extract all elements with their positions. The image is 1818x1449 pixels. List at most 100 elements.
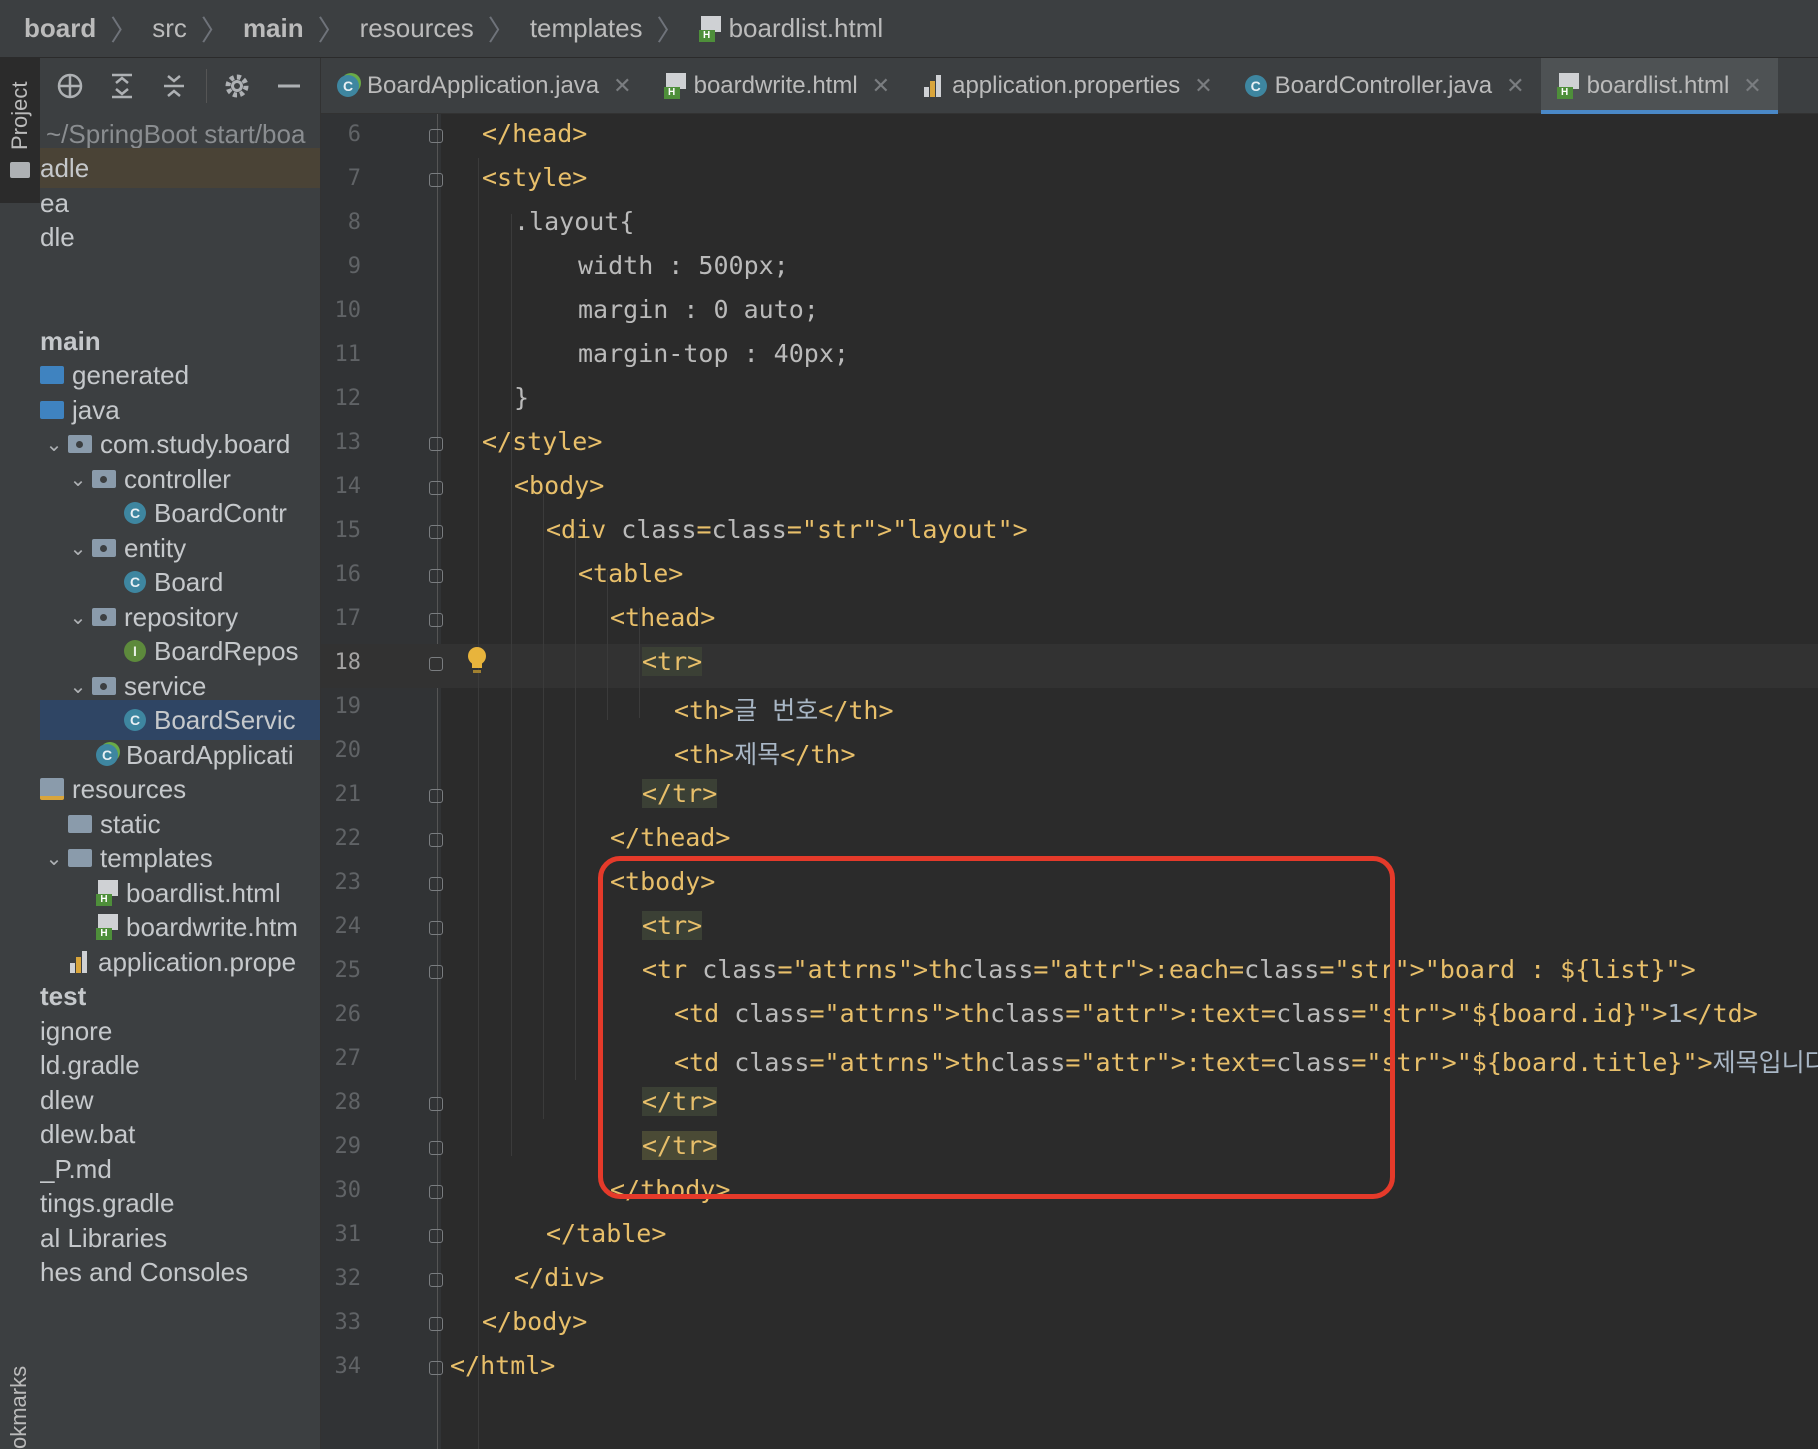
- bookmarks-tool-button[interactable]: okmarks: [6, 1366, 32, 1449]
- chevron-down-icon[interactable]: ⌄: [64, 536, 92, 561]
- highlight-box: [598, 856, 1395, 1199]
- tab-application-properties[interactable]: application.properties ✕: [906, 58, 1229, 113]
- tree-item-templates[interactable]: ⌄ templates: [40, 838, 320, 878]
- fold-marker[interactable]: [429, 921, 443, 935]
- line-number: 26: [334, 1002, 362, 1027]
- tree-item-label: ignore: [40, 1015, 113, 1046]
- fold-marker[interactable]: [429, 525, 443, 539]
- tree-item-resources[interactable]: resources: [40, 769, 320, 809]
- breadcrumb-item-resources[interactable]: resources: [360, 13, 474, 44]
- fold-marker[interactable]: [429, 1273, 443, 1287]
- code-line-14: <body>: [514, 471, 605, 500]
- collapse-all-icon[interactable]: [156, 68, 192, 104]
- fold-marker[interactable]: [429, 965, 443, 979]
- fold-marker[interactable]: [429, 1097, 443, 1111]
- locate-icon[interactable]: [52, 68, 88, 104]
- tree-item-settings-gradle[interactable]: tings.gradle: [40, 1183, 320, 1223]
- tree-item-boardcontroller[interactable]: C BoardContr: [40, 493, 320, 533]
- line-number: 24: [334, 914, 362, 939]
- lightbulb-icon[interactable]: [466, 646, 486, 673]
- tree-item-label: boardlist.html: [126, 877, 281, 908]
- line-number: 27: [334, 1046, 362, 1071]
- tab-boardapplication-java[interactable]: C BoardApplication.java ✕: [321, 58, 648, 113]
- breadcrumb-item-file[interactable]: H boardlist.html: [698, 13, 883, 44]
- breadcrumb-separator: 〉: [110, 14, 139, 46]
- tab-label: boardlist.html: [1586, 71, 1730, 99]
- tree-item-gradlew-bat[interactable]: dlew.bat: [40, 1114, 320, 1154]
- tree-item-boardservice[interactable]: C BoardServic: [40, 700, 320, 740]
- tab-boardcontroller-java[interactable]: C BoardController.java ✕: [1229, 58, 1541, 113]
- fold-marker[interactable]: [429, 1229, 443, 1243]
- project-panel: ~/SpringBoot start/boa adle ea dle main …: [40, 58, 321, 1449]
- breadcrumb-item-src[interactable]: src: [152, 13, 187, 44]
- fold-marker[interactable]: [429, 833, 443, 847]
- code-line-12: }: [514, 383, 530, 412]
- chevron-down-icon[interactable]: ⌄: [64, 605, 92, 630]
- breadcrumb: board 〉 src 〉 main 〉 resources 〉 templat…: [0, 0, 1818, 58]
- code-line-10: margin : 0 auto;: [578, 295, 819, 324]
- fold-marker[interactable]: [429, 877, 443, 891]
- close-icon[interactable]: ✕: [872, 73, 890, 99]
- close-icon[interactable]: ✕: [1194, 73, 1212, 99]
- fold-marker[interactable]: [429, 1185, 443, 1199]
- tree-item-label: BoardContr: [154, 497, 287, 528]
- close-icon[interactable]: ✕: [613, 73, 631, 99]
- line-number: 22: [334, 826, 362, 851]
- spring-class-icon: C: [96, 744, 118, 766]
- chevron-down-icon[interactable]: ⌄: [64, 674, 92, 699]
- fold-marker[interactable]: [429, 789, 443, 803]
- project-tool-button[interactable]: Project: [0, 58, 40, 203]
- tree-item-label: static: [100, 808, 161, 839]
- fold-marker[interactable]: [429, 1141, 443, 1155]
- fold-marker[interactable]: [429, 173, 443, 187]
- html-file-icon: H: [1556, 72, 1579, 99]
- breadcrumb-item-main[interactable]: main: [243, 13, 304, 44]
- fold-marker[interactable]: [429, 1361, 443, 1375]
- fold-marker[interactable]: [429, 437, 443, 451]
- class-icon: C: [124, 571, 146, 593]
- indent-guide: [607, 570, 608, 720]
- tree-item-build-gradle[interactable]: ld.gradle: [40, 1045, 320, 1085]
- line-number: 34: [334, 1354, 362, 1379]
- tree-item-generated[interactable]: generated: [40, 355, 320, 395]
- fold-marker[interactable]: [429, 481, 443, 495]
- tree-item-label: main: [40, 325, 101, 356]
- chevron-down-icon[interactable]: ⌄: [40, 846, 68, 871]
- fold-marker[interactable]: [429, 129, 443, 143]
- fold-marker[interactable]: [429, 569, 443, 583]
- chevron-down-icon[interactable]: ⌄: [64, 467, 92, 492]
- code-line-32: </div>: [514, 1263, 605, 1292]
- fold-marker[interactable]: [429, 613, 443, 627]
- line-number: 25: [334, 958, 362, 983]
- code-line-7: <style>: [482, 163, 588, 192]
- code-line-15: <div class=class="str">"layout">: [546, 515, 1028, 544]
- tree-item-test[interactable]: test: [40, 976, 320, 1016]
- package-icon: [92, 608, 116, 626]
- hide-panel-icon[interactable]: [271, 68, 307, 104]
- tree-item-com-study-board[interactable]: ⌄ com.study.board: [40, 424, 320, 464]
- indent-guide: [575, 532, 576, 1080]
- fold-marker[interactable]: [429, 1317, 443, 1331]
- chevron-down-icon[interactable]: ⌄: [40, 432, 68, 457]
- code-line-19: <th>글 번호</th>: [674, 696, 894, 725]
- tree-item-label: resources: [72, 773, 187, 804]
- close-icon[interactable]: ✕: [1743, 73, 1761, 99]
- gear-icon[interactable]: [219, 68, 255, 104]
- tree-item-board[interactable]: C Board: [40, 562, 320, 602]
- expand-all-icon[interactable]: [104, 68, 140, 104]
- tree-item-gradle-folder[interactable]: adle: [40, 148, 320, 188]
- fold-marker[interactable]: [429, 657, 443, 671]
- close-icon[interactable]: ✕: [1506, 73, 1524, 99]
- tree-item-boardrepository[interactable]: I BoardRepos: [40, 631, 320, 671]
- class-icon: C: [124, 709, 146, 731]
- code-editor[interactable]: 6 7 8 9 10 11 12 13 14 15 16 17 18 19 20…: [321, 114, 1818, 1449]
- tab-boardwrite-html[interactable]: H boardwrite.html ✕: [648, 58, 907, 113]
- tree-item-scratches[interactable]: hes and Consoles: [40, 1252, 320, 1292]
- tree-item-boardwrite-html[interactable]: H boardwrite.htm: [40, 907, 320, 947]
- code-line-11: margin-top : 40px;: [578, 339, 849, 368]
- tab-boardlist-html[interactable]: H boardlist.html ✕: [1540, 58, 1778, 114]
- breadcrumb-item-templates[interactable]: templates: [530, 13, 643, 44]
- current-line-highlight: [321, 644, 1818, 688]
- breadcrumb-item-board[interactable]: board: [24, 13, 96, 44]
- tree-item-gradle[interactable]: dle: [40, 217, 320, 257]
